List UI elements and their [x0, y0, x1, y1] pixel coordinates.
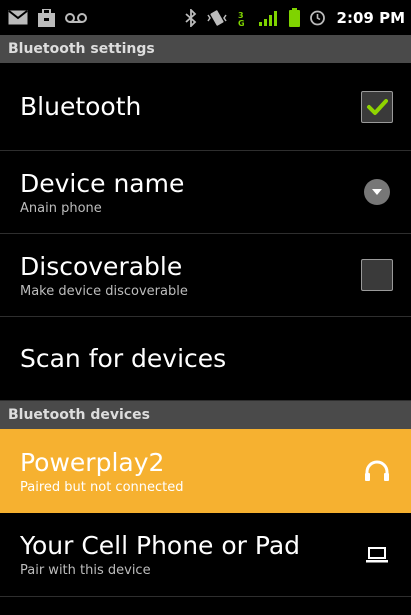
- mail-icon: [8, 10, 28, 25]
- headphones-icon: [365, 460, 389, 481]
- status-clock: 2:09 PM: [336, 8, 405, 27]
- status-bar: 3G 2:09 PM: [0, 0, 411, 35]
- bluetooth-icon: [184, 8, 197, 27]
- setting-device-name[interactable]: Device name Anain phone: [0, 151, 411, 234]
- checkmark-icon: [367, 98, 388, 115]
- setting-discoverable-summary: Make device discoverable: [20, 283, 188, 299]
- setting-discoverable-label: Discoverable: [20, 251, 183, 281]
- scan-for-devices[interactable]: Scan for devices: [0, 317, 411, 401]
- setting-bluetooth[interactable]: Bluetooth: [0, 63, 411, 151]
- device-item-powerplay2[interactable]: Powerplay2 Paired but not connected: [0, 429, 411, 513]
- scan-for-devices-label: Scan for devices: [20, 343, 227, 373]
- svg-text:G: G: [238, 19, 245, 27]
- chevron-down-icon[interactable]: [364, 179, 390, 205]
- device-name: Your Cell Phone or Pad: [20, 531, 301, 560]
- device-status: Paired but not connected: [20, 479, 184, 495]
- briefcase-icon: [38, 8, 55, 27]
- device-status: Pair with this device: [20, 563, 151, 578]
- device-name: Powerplay2: [20, 447, 165, 477]
- setting-device-name-label: Device name: [20, 168, 185, 198]
- setting-discoverable[interactable]: Discoverable Make device discoverable: [0, 234, 411, 317]
- discoverable-checkbox[interactable]: [361, 259, 393, 291]
- vibrate-icon: [206, 9, 228, 27]
- bluetooth-checkbox[interactable]: [361, 90, 393, 123]
- section-header-bluetooth-devices: Bluetooth devices: [0, 401, 411, 429]
- voicemail-icon: [65, 12, 87, 24]
- signal-icon: [258, 9, 280, 27]
- setting-device-name-value: Anain phone: [20, 200, 102, 216]
- data-3g-icon: 3G: [237, 9, 249, 27]
- device-item-your-cell-phone-or-pad[interactable]: Your Cell Phone or Pad Pair with this de…: [0, 513, 411, 597]
- laptop-icon: [366, 546, 388, 562]
- section-header-bluetooth-settings: Bluetooth settings: [0, 35, 411, 63]
- section-header-label: Bluetooth settings: [8, 41, 155, 57]
- alarm-icon: [309, 9, 326, 26]
- battery-icon: [288, 8, 300, 27]
- section-header-label: Bluetooth devices: [8, 407, 150, 423]
- setting-bluetooth-label: Bluetooth: [20, 91, 142, 121]
